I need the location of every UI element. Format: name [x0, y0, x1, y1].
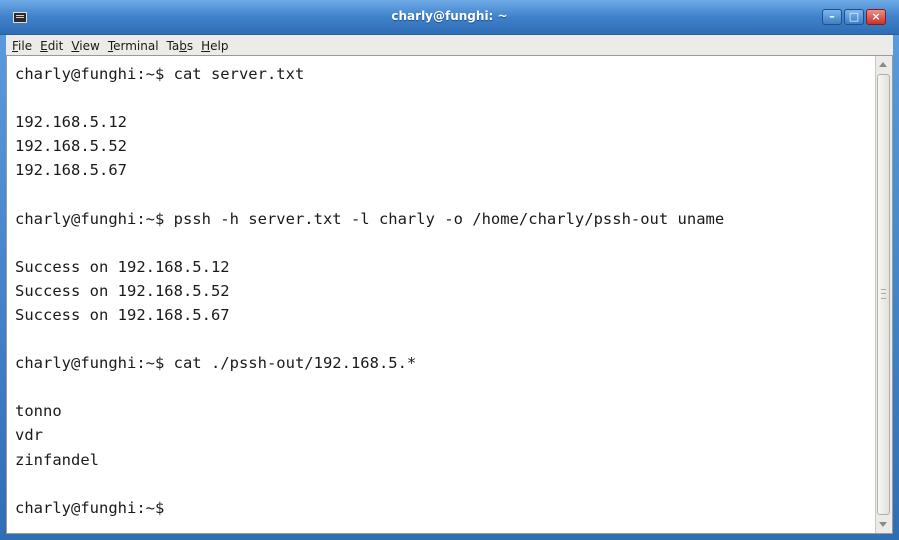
close-button[interactable]: × [866, 9, 886, 25]
terminal-line: 192.168.5.12 [15, 113, 127, 132]
vertical-scrollbar[interactable] [875, 56, 892, 533]
scroll-down-icon[interactable] [879, 522, 887, 527]
terminal-line: zinfandel [15, 450, 99, 469]
terminal-area[interactable]: charly@funghi:~$ cat server.txt 192.168.5… [6, 55, 893, 534]
terminal-line: tonno [15, 402, 62, 421]
menu-label-rest: iew [79, 39, 100, 53]
minimize-icon: – [829, 10, 835, 23]
menu-label-rest: ile [18, 39, 33, 53]
menu-mnemonic: b [179, 39, 187, 53]
maximize-button[interactable]: □ [844, 9, 864, 25]
menu-label-rest: erminal [113, 39, 159, 53]
terminal-window: charly@funghi: ~ – □ × File Edit View Termi… [0, 0, 899, 540]
menu-file[interactable]: File [12, 36, 32, 56]
title-bar[interactable]: charly@funghi: ~ – □ × [0, 0, 899, 35]
menu-label-rest: elp [210, 39, 229, 53]
menu-label-rest: s [186, 39, 194, 53]
minimize-button[interactable]: – [822, 9, 842, 25]
menu-mnemonic: H [201, 39, 211, 53]
menu-mnemonic: E [40, 39, 48, 53]
terminal-line: Success on 192.168.5.52 [15, 281, 230, 300]
menu-bar: File Edit View Terminal Tabs Help [6, 35, 893, 55]
menu-view[interactable]: View [71, 36, 99, 56]
terminal-line: 192.168.5.52 [15, 137, 127, 156]
scroll-thumb[interactable] [877, 74, 890, 515]
grip-icon [881, 289, 886, 299]
terminal-output[interactable]: charly@funghi:~$ cat server.txt 192.168.5… [15, 62, 724, 520]
window-title: charly@funghi: ~ [391, 9, 508, 23]
menu-tabs[interactable]: Tabs [167, 36, 194, 56]
window-controls: – □ × [822, 9, 886, 25]
terminal-line: Success on 192.168.5.12 [15, 257, 230, 276]
terminal-line: charly@funghi:~$ pssh -h server.txt -l c… [15, 209, 725, 228]
terminal-line: charly@funghi:~$ cat server.txt [15, 65, 305, 83]
menu-label-rest: dit [47, 39, 64, 53]
scroll-up-icon[interactable] [879, 62, 887, 67]
terminal-line: vdr [15, 426, 43, 445]
close-icon: × [871, 10, 881, 23]
menu-label-prefix: Ta [166, 39, 180, 53]
terminal-line: Success on 192.168.5.67 [15, 305, 230, 324]
menu-edit[interactable]: Edit [40, 36, 63, 56]
menu-help[interactable]: Help [201, 36, 228, 56]
terminal-line: 192.168.5.67 [15, 161, 127, 180]
terminal-line: charly@funghi:~$ cat ./pssh-out/192.168.… [15, 354, 417, 373]
maximize-icon: □ [848, 10, 860, 23]
menu-terminal[interactable]: Terminal [108, 36, 159, 56]
terminal-line: charly@funghi:~$ [15, 498, 165, 517]
